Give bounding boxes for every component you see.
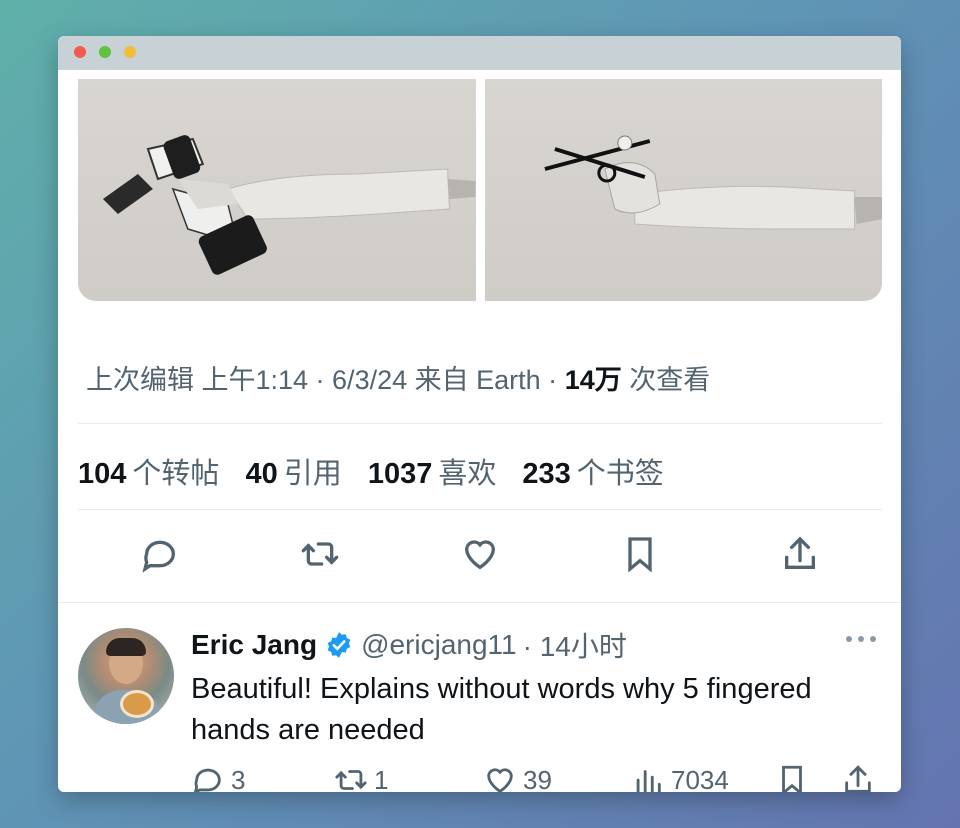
likes-stat[interactable]: 1037 喜欢 [368,458,497,490]
media-image-drill[interactable] [78,79,476,301]
reply-time[interactable]: · 14小时 [523,625,627,665]
maximize-window-button[interactable] [124,46,136,58]
reply-header: Eric Jang @ericjang11 · 14小时 [191,625,627,665]
reply-icon [193,768,221,792]
more-options-icon[interactable] [841,627,881,651]
share-button[interactable] [778,532,822,576]
reply-like-button[interactable]: 39 [483,763,552,792]
divider [78,423,882,424]
tweet-action-bar [78,532,882,582]
minimize-window-button[interactable] [99,46,111,58]
bookmark-icon [628,537,652,573]
close-window-button[interactable] [74,46,86,58]
author-name[interactable]: Eric Jang [191,629,317,661]
browser-window: 上次编辑 上午1:14 · 6/3/24 来自 Earth · 14万 次查看 … [58,36,901,792]
divider [78,509,882,510]
views-label: 次查看 [629,365,711,395]
reply-bookmark-button[interactable] [775,763,809,792]
like-count: 39 [523,764,552,793]
title-bar [58,36,901,70]
retweet-button[interactable] [298,532,342,576]
share-icon [785,536,815,569]
retweet-icon [335,770,367,790]
quotes-stat[interactable]: 40 引用 [245,458,341,490]
reply-tweet[interactable]: Eric Jang @ericjang11 · 14小时 Beautiful! … [58,603,901,792]
reply-button[interactable] [138,532,182,576]
tweet-media [78,79,882,301]
retweets-stat[interactable]: 104 个转帖 [78,458,219,490]
like-button[interactable] [458,532,502,576]
media-image-scissors[interactable] [484,79,882,301]
share-icon [845,765,871,792]
post-source: 来自 Earth · [414,365,558,395]
heart-icon [464,540,496,570]
views-count: 14万 [564,365,622,395]
verified-badge-icon [327,632,351,658]
reply-action-bar: 3 1 39 7034 [191,763,891,792]
heart-icon [487,768,513,792]
reply-count: 3 [231,764,246,793]
reply-replies-button[interactable]: 3 [191,763,245,792]
edited-timestamp[interactable]: 上次编辑 上午1:14 · 6/3/24 [86,365,407,395]
retweet-count: 1 [374,764,389,793]
bookmarks-stat[interactable]: 233 个书签 [522,458,663,490]
author-handle[interactable]: @ericjang11 [361,629,517,661]
reply-share-button[interactable] [841,763,875,792]
view-count: 7034 [671,764,729,793]
tweet-meta: 上次编辑 上午1:14 · 6/3/24 来自 Earth · 14万 次查看 [86,358,710,397]
reply-retweet-button[interactable]: 1 [334,763,388,792]
bookmark-button[interactable] [618,532,662,576]
reply-icon [142,540,175,573]
reply-views-button[interactable]: 7034 [631,763,729,792]
engagement-stats: 104 个转帖 40 引用 1037 喜欢 233 个书签 [78,450,682,492]
avatar[interactable] [78,628,174,724]
reply-text: Beautiful! Explains without words why 5 … [191,673,812,746]
bookmark-icon [782,765,802,792]
retweet-icon [301,542,339,566]
analytics-icon [636,770,661,792]
